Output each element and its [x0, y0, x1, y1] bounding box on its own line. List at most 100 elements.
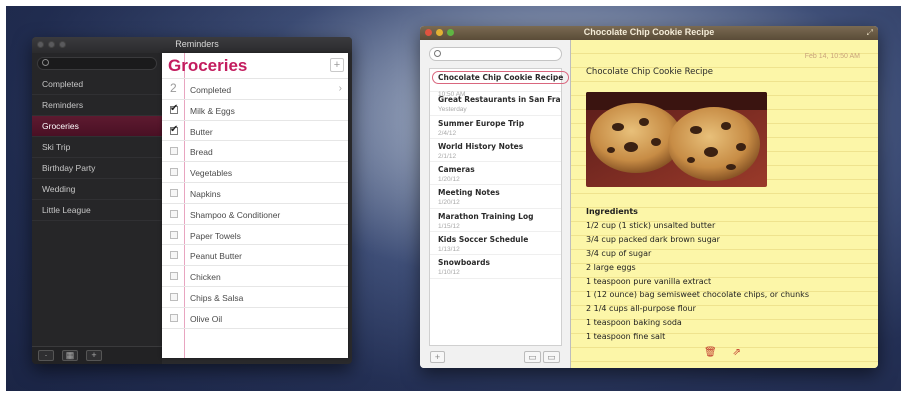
completed-row[interactable]: 2 Completed › — [162, 79, 348, 100]
reminder-row[interactable]: Napkins — [162, 183, 348, 204]
fullscreen-icon[interactable]: ⤢ — [867, 28, 873, 38]
note-body[interactable]: Ingredients 1/2 cup (1 stick) unsalted b… — [586, 205, 809, 344]
reminders-titlebar: Reminders — [32, 37, 352, 53]
view-split-button[interactable]: ▭ — [543, 351, 560, 363]
sidebar-item-little-league[interactable]: Little League — [32, 200, 162, 221]
note-item-date: Yesterday — [438, 106, 467, 114]
reminder-checkbox[interactable] — [170, 124, 178, 135]
sidebar-item-wedding[interactable]: Wedding — [32, 179, 162, 200]
completed-count: 2 — [170, 81, 177, 95]
ingredient-line: 2 1/4 cups all-purpose flour — [586, 304, 696, 314]
reminders-list-paper: Groceries + 2 Completed › Milk & Eggs But… — [162, 53, 348, 358]
add-list-button[interactable]: + — [86, 350, 102, 361]
search-icon — [42, 59, 49, 66]
reminder-checkbox[interactable] — [170, 188, 178, 197]
ingredients-list: 1/2 cup (1 stick) unsalted butter 3/4 cup… — [586, 219, 809, 344]
note-list-item[interactable]: Marathon Training Log 1/15/12 — [430, 209, 561, 233]
reminder-checkbox[interactable] — [170, 251, 178, 260]
reminder-row[interactable]: Olive Oil — [162, 308, 348, 329]
note-item-title: Snowboards — [438, 258, 490, 268]
reminder-row[interactable]: Bread — [162, 141, 348, 163]
reminder-label: Paper Towels — [190, 230, 241, 241]
reminder-row[interactable]: Shampoo & Conditioner — [162, 204, 348, 225]
reminder-label: Milk & Eggs — [190, 105, 235, 116]
reminder-checkbox[interactable] — [170, 292, 178, 301]
view-list-button[interactable]: ▭ — [524, 351, 541, 363]
note-date: Feb 14, 10:50 AM — [804, 53, 860, 60]
trash-icon[interactable]: 🗑 — [704, 348, 717, 358]
reminder-checkbox[interactable] — [170, 230, 178, 239]
notes-list: Chocolate Chip Cookie Recipe 10:50 AM Grea… — [429, 68, 570, 346]
notes-window: Chocolate Chip Cookie Recipe ⤢ Chocolate… — [420, 26, 878, 368]
ingredient-line: 1 (12 ounce) bag semisweet chocolate chi… — [586, 290, 809, 300]
reminder-checkbox[interactable] — [170, 313, 178, 322]
sidebar-item-reminders[interactable]: Reminders — [32, 95, 162, 116]
sidebar-item-birthday-party[interactable]: Birthday Party — [32, 158, 162, 179]
ingredients-heading: Ingredients — [586, 207, 638, 216]
ingredient-line: 2 large eggs — [586, 262, 636, 272]
note-list-item[interactable]: Snowboards 1/10/12 — [430, 255, 561, 279]
note-list-item[interactable]: World History Notes 2/1/12 — [430, 139, 561, 163]
note-item-title: Great Restaurants in San Fran... — [438, 95, 561, 105]
search-input[interactable] — [429, 47, 562, 61]
note-list-item[interactable]: Cameras 1/20/12 — [430, 162, 561, 186]
reminder-label: Olive Oil — [190, 313, 223, 324]
note-list-item[interactable]: Summer Europe Trip 2/4/12 — [430, 116, 561, 139]
note-item-date: 1/10/12 — [438, 269, 460, 277]
reminder-checkbox[interactable] — [170, 272, 178, 281]
sidebar-item-completed[interactable]: Completed — [32, 74, 162, 95]
note-item-title: Kids Soccer Schedule — [438, 235, 529, 245]
sidebar-item-groceries[interactable]: Groceries — [32, 116, 162, 137]
reminder-row[interactable]: Chips & Salsa — [162, 287, 348, 308]
reminder-label: Napkins — [190, 188, 221, 199]
reminder-label: Chips & Salsa — [190, 292, 244, 303]
notes-sidebar: Chocolate Chip Cookie Recipe 10:50 AM Grea… — [420, 40, 571, 368]
reminder-checkbox[interactable] — [170, 168, 178, 177]
reminder-row[interactable]: Vegetables — [162, 162, 348, 183]
cookie-image — [586, 92, 767, 187]
reminder-row[interactable]: Milk & Eggs — [162, 100, 348, 121]
search-input[interactable] — [37, 57, 157, 70]
reminder-row[interactable]: Paper Towels — [162, 225, 348, 246]
reminders-sidebar: Completed Reminders Groceries Ski Trip Birth… — [32, 53, 162, 364]
ingredient-line: 1 teaspoon baking soda — [586, 318, 682, 328]
ingredient-line: 1 teaspoon pure vanilla extract — [586, 276, 712, 286]
reminder-label: Bread — [190, 147, 213, 158]
ingredient-line: 3/4 cup of sugar — [586, 248, 652, 258]
reminder-row[interactable]: Chicken — [162, 266, 348, 287]
note-item-date: 2/4/12 — [438, 129, 457, 137]
note-item-date: 1/15/12 — [438, 222, 460, 230]
reminder-checkbox[interactable] — [170, 103, 178, 114]
share-icon[interactable]: ⇗ — [732, 348, 742, 358]
note-list-item[interactable]: Great Restaurants in San Fran... Yesterda… — [430, 92, 561, 116]
reminder-checkbox[interactable] — [170, 209, 178, 218]
ingredient-line: 1/2 cup (1 stick) unsalted butter — [586, 220, 716, 230]
note-list-item[interactable]: Meeting Notes 1/20/12 — [430, 185, 561, 209]
add-note-button[interactable]: + — [430, 351, 445, 363]
note-editor[interactable]: Feb 14, 10:50 AM Chocolate Chip Cookie R… — [571, 40, 878, 368]
completed-label: Completed — [190, 85, 232, 95]
reminder-items: Milk & Eggs Butter Bread Vegetables Napkins S… — [162, 100, 348, 329]
note-list-item[interactable]: Chocolate Chip Cookie Recipe 10:50 AM — [430, 69, 570, 98]
reminder-checkbox[interactable] — [170, 147, 178, 156]
reminder-row[interactable]: Peanut Butter — [162, 245, 348, 267]
note-list-item[interactable]: Kids Soccer Schedule 1/13/12 — [430, 232, 561, 256]
ingredient-line: 1 teaspoon fine salt — [586, 332, 666, 342]
show-calendar-button[interactable]: · — [38, 350, 54, 361]
note-item-title: Marathon Training Log — [438, 211, 534, 221]
note-item-date: 1/13/12 — [438, 246, 460, 254]
note-item-date: 1/20/12 — [438, 176, 460, 184]
reminder-label: Butter — [190, 126, 213, 137]
note-item-title: Meeting Notes — [438, 188, 500, 198]
add-reminder-button[interactable]: + — [330, 58, 344, 72]
note-item-date: 1/20/12 — [438, 199, 460, 207]
calendar-icon[interactable]: ▦ — [62, 350, 78, 361]
chevron-right-icon: › — [338, 83, 342, 94]
reminder-row[interactable]: Butter — [162, 121, 348, 142]
sidebar-item-ski-trip[interactable]: Ski Trip — [32, 137, 162, 158]
window-title: Reminders — [175, 39, 219, 49]
search-icon — [434, 50, 441, 57]
note-item-date: 2/1/12 — [438, 152, 457, 160]
note-item-title: Chocolate Chip Cookie Recipe — [432, 71, 570, 84]
note-item-title: Cameras — [438, 165, 475, 175]
